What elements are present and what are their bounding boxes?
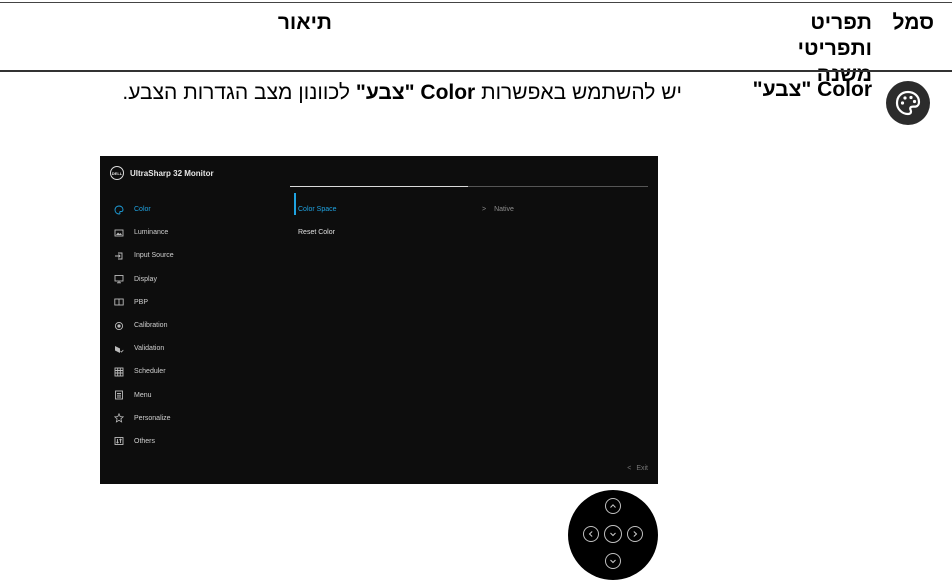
star-icon bbox=[114, 413, 124, 424]
scheduler-icon bbox=[114, 367, 124, 377]
menu-item-input-source[interactable]: Input Source bbox=[114, 244, 264, 267]
color-space-value: > Native bbox=[482, 206, 514, 214]
joystick-up-icon bbox=[605, 498, 621, 514]
menu-item-luminance[interactable]: Luminance bbox=[114, 221, 264, 244]
others-icon bbox=[114, 436, 124, 446]
menu-item-others[interactable]: Others bbox=[114, 430, 264, 453]
row-menu-item: Color "צבע" bbox=[752, 78, 872, 101]
header-description: תיאור bbox=[277, 11, 332, 34]
menu-item-calibration[interactable]: Calibration bbox=[114, 314, 264, 337]
table-top-rule bbox=[0, 2, 952, 3]
joystick-ok-icon bbox=[604, 525, 622, 543]
menu-item-color[interactable]: Color bbox=[114, 198, 264, 221]
menu-item-scheduler[interactable]: Scheduler bbox=[114, 360, 264, 383]
osd-tab-line bbox=[468, 186, 648, 187]
validation-icon bbox=[114, 344, 124, 354]
menu-icon bbox=[114, 390, 124, 400]
submenu-selection-bar bbox=[294, 193, 296, 215]
submenu-color-space[interactable]: Color Space bbox=[298, 198, 448, 221]
row-description: יש להשתמש באפשרות Color "צבע" לכוונון מצ… bbox=[122, 81, 682, 104]
joystick-left-icon bbox=[583, 526, 599, 542]
osd-main-menu: Color Luminance Input Source Display PBP… bbox=[114, 198, 264, 453]
calibration-icon bbox=[114, 321, 124, 331]
joystick-down-icon bbox=[605, 553, 621, 569]
osd-tab-line-active bbox=[290, 186, 468, 187]
table-header-rule bbox=[0, 70, 952, 72]
submenu-reset-color[interactable]: Reset Color bbox=[298, 221, 448, 244]
input-icon bbox=[114, 251, 124, 261]
menu-item-display[interactable]: Display bbox=[114, 268, 264, 291]
brightness-icon bbox=[114, 228, 124, 238]
monitor-name: UltraSharp 32 Monitor bbox=[130, 168, 214, 178]
menu-item-validation[interactable]: Validation bbox=[114, 337, 264, 360]
osd-screenshot: DELL UltraSharp 32 Monitor Color Luminan… bbox=[100, 156, 658, 484]
pbp-icon bbox=[114, 297, 124, 307]
osd-submenu: Color Space Reset Color bbox=[298, 198, 448, 244]
exit-button[interactable]: < Exit bbox=[627, 465, 648, 472]
palette-icon bbox=[886, 81, 930, 125]
joystick-right-icon bbox=[627, 526, 643, 542]
menu-item-pbp[interactable]: PBP bbox=[114, 291, 264, 314]
menu-item-personalize[interactable]: Personalize bbox=[114, 407, 264, 430]
display-icon bbox=[114, 274, 124, 284]
header-menu-item: תפריט ותפריטי משנה bbox=[797, 11, 872, 86]
osd-title: DELL UltraSharp 32 Monitor bbox=[110, 166, 214, 180]
header-symbol: סמל bbox=[892, 11, 934, 34]
dell-logo: DELL bbox=[110, 166, 124, 180]
palette-icon bbox=[114, 205, 124, 215]
chevron-right-icon: > bbox=[482, 206, 487, 214]
joystick-diagram bbox=[568, 490, 658, 580]
chevron-left-icon: < bbox=[627, 465, 632, 472]
menu-item-menu[interactable]: Menu bbox=[114, 384, 264, 407]
